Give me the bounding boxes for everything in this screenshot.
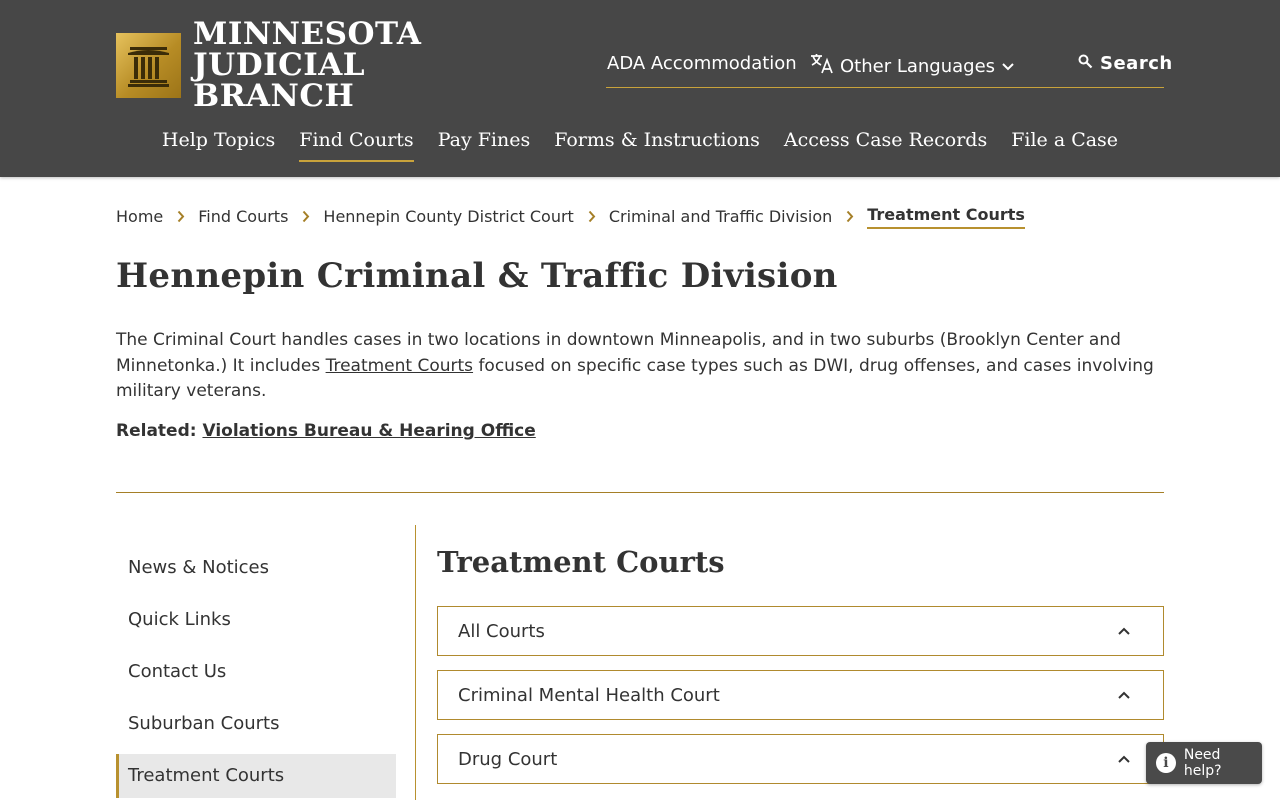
sidebar-item-news-notices[interactable]: News & Notices — [116, 542, 396, 594]
nav-pay-fines[interactable]: Pay Fines — [438, 124, 531, 160]
wordmark-line-2: JUDICIAL BRANCH — [193, 46, 366, 114]
chevron-down-icon — [1001, 55, 1021, 79]
sidebar-item-treatment-courts[interactable]: Treatment Courts — [116, 754, 396, 798]
sidebar-item-quick-links[interactable]: Quick Links — [116, 594, 396, 646]
info-icon: i — [1156, 753, 1176, 773]
need-help-button[interactable]: i Need help? — [1146, 742, 1262, 784]
chevron-right-icon — [588, 210, 596, 223]
sidebar-divider — [415, 525, 416, 800]
nav-find-courts[interactable]: Find Courts — [299, 124, 414, 162]
translate-icon — [810, 52, 840, 81]
search-button[interactable]: Search — [1078, 52, 1173, 76]
other-languages-label: Other Languages — [840, 55, 996, 77]
wordmark-line-1: MINNESOTA — [193, 15, 422, 52]
chevron-up-icon — [1117, 626, 1131, 636]
breadcrumb-current: Treatment Courts — [867, 204, 1025, 229]
section-divider — [116, 492, 1164, 493]
nav-file-a-case[interactable]: File a Case — [1011, 124, 1118, 160]
related-line: Related: Violations Bureau & Hearing Off… — [116, 421, 536, 441]
accordion-label: All Courts — [458, 620, 545, 642]
section-title: Treatment Courts — [437, 545, 725, 579]
sidebar-navigation: News & Notices Quick Links Contact Us Su… — [116, 542, 396, 798]
ada-accommodation-link[interactable]: ADA Accommodation — [607, 52, 797, 76]
other-languages-dropdown[interactable]: Other Languages — [810, 52, 1021, 81]
search-label: Search — [1100, 53, 1173, 74]
sidebar-item-contact-us[interactable]: Contact Us — [116, 646, 396, 698]
breadcrumb-home[interactable]: Home — [116, 205, 163, 229]
accordion-item-criminal-mental-health[interactable]: Criminal Mental Health Court — [437, 670, 1164, 720]
accordion-label: Criminal Mental Health Court — [458, 684, 720, 706]
breadcrumb-find-courts[interactable]: Find Courts — [198, 205, 288, 229]
site-wordmark: MINNESOTA JUDICIAL BRANCH — [193, 15, 518, 114]
chevron-right-icon — [177, 210, 185, 223]
site-logo[interactable]: MINNESOTA JUDICIAL BRANCH — [116, 18, 518, 111]
chevron-up-icon — [1117, 754, 1131, 764]
accordion-item-drug-court[interactable]: Drug Court — [437, 734, 1164, 784]
nav-help-topics[interactable]: Help Topics — [162, 124, 275, 160]
page-title: Hennepin Criminal & Traffic Division — [116, 256, 838, 296]
chevron-right-icon — [302, 210, 310, 223]
treatment-courts-link[interactable]: Treatment Courts — [326, 356, 473, 376]
breadcrumb: Home Find Courts Hennepin County Distric… — [116, 204, 1025, 229]
treatment-courts-accordion: All Courts Criminal Mental Health Court … — [437, 606, 1164, 798]
breadcrumb-criminal-traffic[interactable]: Criminal and Traffic Division — [609, 205, 832, 229]
utility-bar: ADA Accommodation Other Languages Search — [606, 52, 1172, 88]
intro-paragraph: The Criminal Court handles cases in two … — [116, 328, 1156, 405]
sidebar-item-suburban-courts[interactable]: Suburban Courts — [116, 698, 396, 750]
site-header: MINNESOTA JUDICIAL BRANCH ADA Accommodat… — [0, 0, 1280, 177]
courthouse-columns-icon — [116, 32, 181, 98]
search-icon — [1078, 52, 1100, 76]
accordion-label: Drug Court — [458, 748, 558, 770]
chevron-right-icon — [846, 210, 854, 223]
chevron-up-icon — [1117, 690, 1131, 700]
breadcrumb-hennepin-county[interactable]: Hennepin County District Court — [323, 205, 573, 229]
nav-access-case-records[interactable]: Access Case Records — [784, 124, 987, 160]
related-label: Related: — [116, 421, 203, 441]
need-help-label: Need help? — [1183, 747, 1222, 779]
accordion-item-all-courts[interactable]: All Courts — [437, 606, 1164, 656]
violations-bureau-link[interactable]: Violations Bureau & Hearing Office — [202, 421, 535, 441]
nav-forms-instructions[interactable]: Forms & Instructions — [554, 124, 760, 160]
main-navigation: Help Topics Find Courts Pay Fines Forms … — [0, 124, 1280, 162]
